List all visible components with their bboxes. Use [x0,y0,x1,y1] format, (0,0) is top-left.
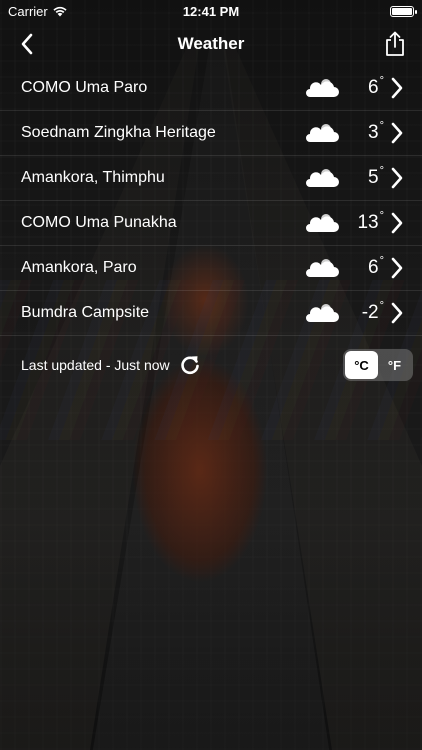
temperature-value: 6° [368,75,384,98]
partly-cloudy-icon [306,214,339,232]
chevron-right-icon [391,257,403,279]
chevron-right-icon [391,77,403,99]
location-name: COMO Uma Paro [21,79,148,96]
degree-symbol: ° [379,255,384,267]
status-bar: Carrier 12:41 PM [0,0,422,22]
battery-icon [390,5,417,17]
temperature-value: 13° [357,210,384,233]
refresh-button[interactable] [178,353,202,377]
temperature-value: 6° [368,255,384,278]
partly-cloudy-icon [306,304,339,322]
partly-cloudy-icon [306,259,339,277]
location-row[interactable]: Bumdra Campsite -2° [0,291,422,336]
location-name: Bumdra Campsite [21,304,150,321]
fahrenheit-toggle[interactable]: °F [378,351,411,379]
location-name: Soednam Zingkha Heritage [21,124,216,141]
location-row[interactable]: Amankora, Thimphu 5° [0,156,422,201]
location-name: Amankora, Paro [21,259,137,276]
share-button[interactable] [380,29,410,59]
navigation-bar: Weather [0,22,422,66]
partly-cloudy-icon [306,124,339,142]
chevron-right-icon [391,212,403,234]
chevron-right-icon [391,167,403,189]
degree-symbol: ° [379,165,384,177]
location-name: COMO Uma Punakha [21,214,177,231]
temperature-value: 3° [368,120,384,143]
location-row[interactable]: Soednam Zingkha Heritage 3° [0,111,422,156]
chevron-right-icon [391,302,403,324]
location-row[interactable]: Amankora, Paro 6° [0,246,422,291]
page-title: Weather [177,34,245,53]
back-button[interactable] [12,29,42,59]
temperature-value: 5° [368,165,384,188]
location-row[interactable]: COMO Uma Punakha 13° [0,201,422,246]
unit-toggle: °C °F [343,349,413,381]
chevron-right-icon [391,122,403,144]
temperature-value: -2° [361,300,384,323]
degree-symbol: ° [379,210,384,222]
degree-symbol: ° [379,75,384,87]
chevron-left-icon [21,33,33,55]
last-updated-label: Last updated - Just now [21,357,170,373]
partly-cloudy-icon [306,169,339,187]
share-icon [386,31,404,56]
degree-symbol: ° [379,300,384,312]
location-name: Amankora, Thimphu [21,169,165,186]
degree-symbol: ° [379,120,384,132]
location-row[interactable]: COMO Uma Paro 6° [0,66,422,111]
footer-bar: Last updated - Just now °C °F [0,336,422,394]
partly-cloudy-icon [306,79,339,97]
status-time: 12:41 PM [182,3,240,19]
celsius-toggle[interactable]: °C [345,351,378,379]
location-list: COMO Uma Paro 6° Soednam Zingkha Heritag… [0,66,422,336]
